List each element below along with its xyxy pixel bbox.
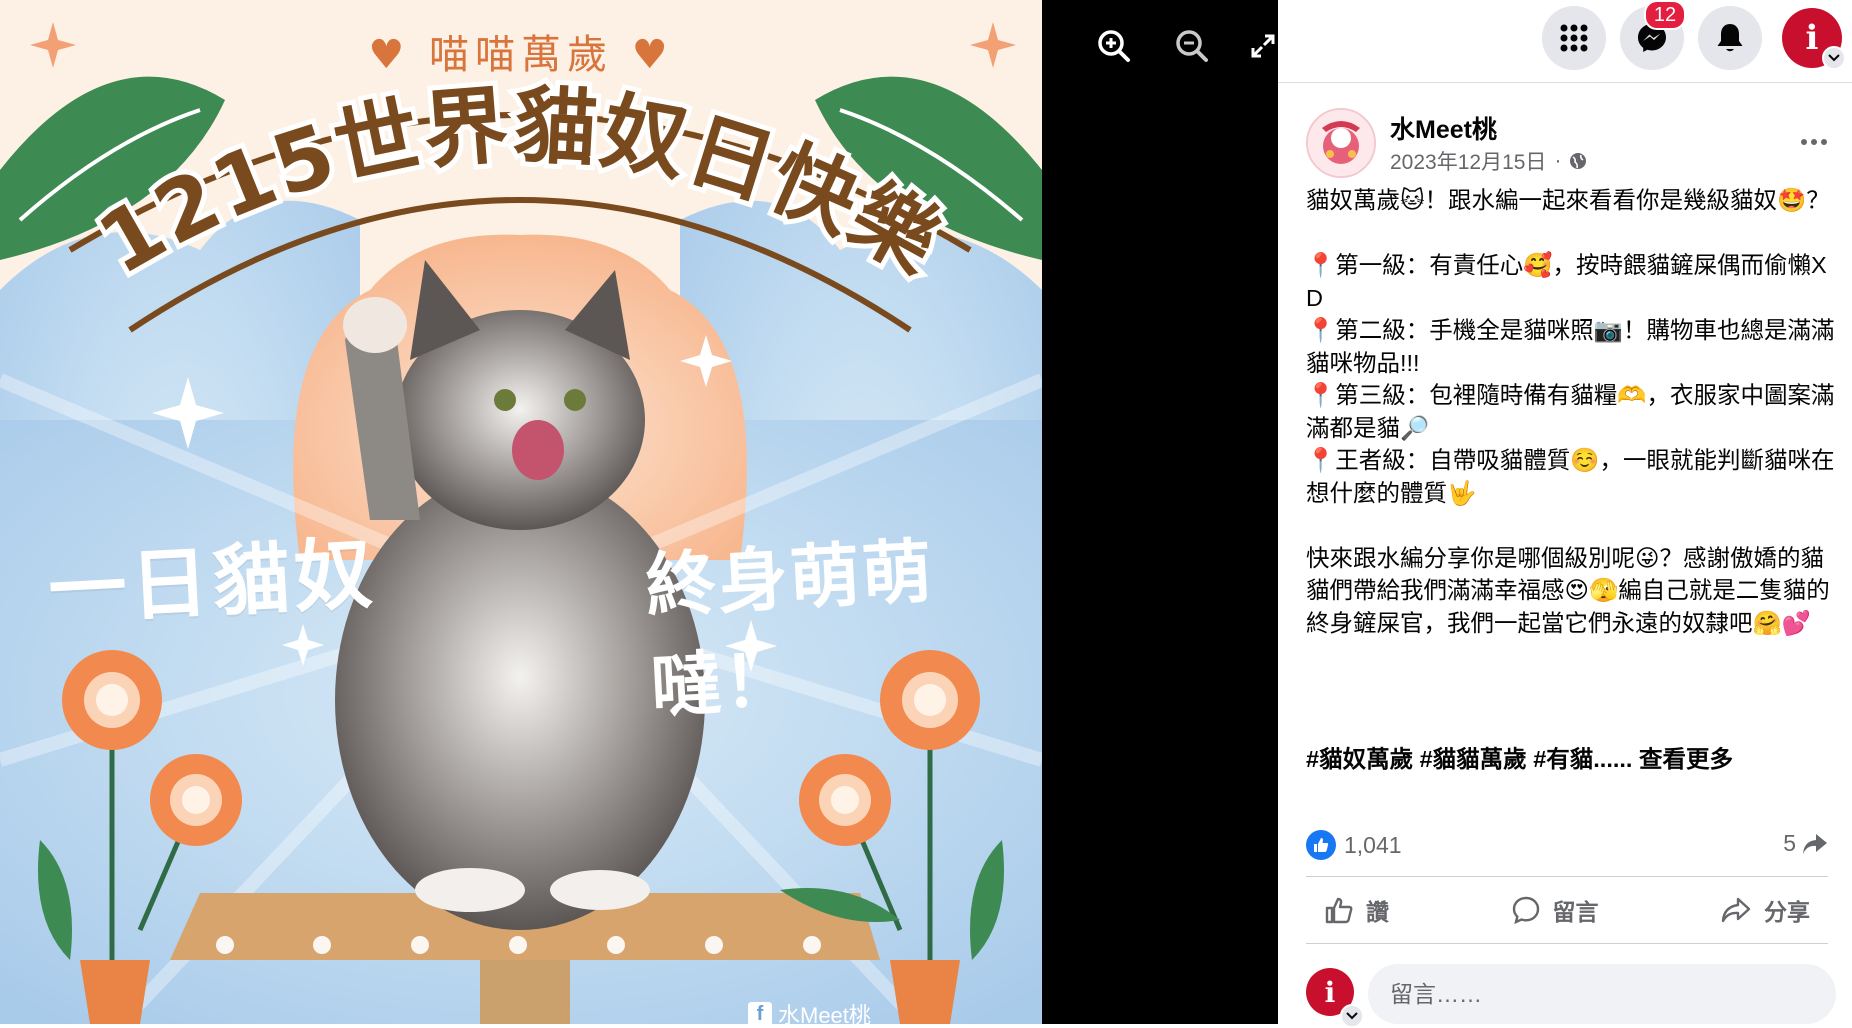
hashtags-text[interactable]: #貓奴萬歲 #貓貓萬歲 #有貓......: [1306, 746, 1632, 772]
share-icon: [1721, 897, 1751, 923]
share-count: 5: [1783, 830, 1796, 856]
post-meta: 2023年12月15日 ·: [1390, 146, 1587, 176]
promo-right-phrase: 終身萌萌噠！: [643, 530, 936, 729]
post-hashtags: #貓奴萬歲 #貓貓萬歲 #有貓...... 查看更多: [1306, 740, 1733, 774]
share-arrow-icon: [1803, 833, 1827, 854]
share-label: 分享: [1764, 899, 1810, 925]
promo-left-phrase: 一日貓奴: [46, 529, 379, 637]
comment-button[interactable]: 留言: [1493, 881, 1617, 939]
post-date[interactable]: 2023年12月15日: [1390, 146, 1546, 176]
zoom-out-icon: [1176, 30, 1208, 62]
zoom-out-button[interactable]: [1170, 24, 1214, 68]
promo-artwork: 1215世界貓奴日快樂: [0, 0, 1042, 1024]
reactions-summary: 1,041 5: [1306, 826, 1828, 870]
apps-grid-icon: [1560, 24, 1588, 52]
notifications-button[interactable]: [1698, 6, 1762, 70]
globe-icon: [1570, 153, 1587, 169]
like-label: 讚: [1366, 899, 1389, 925]
like-count: 1,041: [1344, 831, 1402, 858]
fullscreen-icon: [1251, 34, 1275, 58]
share-button[interactable]: 分享: [1702, 881, 1828, 939]
zoom-in-icon: [1098, 30, 1130, 62]
promo-tagline: ♥ 喵喵萬歲 ♥: [368, 32, 674, 78]
comment-label: 留言: [1552, 899, 1599, 925]
watermark-text: 水Meet桃: [778, 1003, 871, 1024]
chevron-down-icon: [1822, 46, 1846, 70]
bell-icon: [1717, 24, 1743, 52]
menu-button[interactable]: [1542, 6, 1606, 70]
image-viewer-sidebar: [1042, 0, 1278, 1024]
see-more-link[interactable]: 查看更多: [1639, 746, 1733, 772]
page-avatar[interactable]: [1306, 108, 1376, 178]
image-watermark: f 水Meet桃: [748, 998, 871, 1024]
facebook-logo-icon: f: [748, 1002, 772, 1024]
post-actions: 讚 留言 分享: [1306, 876, 1828, 944]
page-name[interactable]: 水Meet桃: [1390, 110, 1497, 146]
comment-bubble-icon: [1512, 896, 1539, 925]
more-options-button[interactable]: [1792, 126, 1836, 158]
like-reaction-icon: [1306, 830, 1336, 860]
more-dot-icon: [1801, 139, 1807, 145]
comment-input[interactable]: [1368, 964, 1836, 1024]
thumbs-up-icon: [1325, 897, 1353, 924]
top-navigation: 12 i: [1278, 0, 1852, 83]
post-image: 1215世界貓奴日快樂 ♥ 喵喵萬歲 ♥ 一日貓奴 終身萌萌噠！ f 水Meet…: [0, 0, 1042, 1024]
zoom-in-button[interactable]: [1092, 24, 1136, 68]
like-button[interactable]: 讚: [1306, 881, 1407, 939]
post-detail-panel: 12 i 水Meet桃 2023年12月15日 · 貓奴萬歲🐱！跟水編一起來看看…: [1278, 0, 1852, 1028]
post-text: 貓奴萬歲🐱！跟水編一起來看看你是幾級貓奴🤩？ 📍第一級：有責任心🥰，按時餵貓鏟屎…: [1306, 187, 1835, 636]
post-header: 水Meet桃 2023年12月15日 ·: [1306, 108, 1827, 178]
comment-composer: i: [1306, 962, 1836, 1028]
meta-separator: ·: [1554, 149, 1562, 172]
share-count-button[interactable]: 5: [1783, 830, 1828, 857]
like-count-button[interactable]: 1,041: [1306, 830, 1402, 860]
chevron-down-icon[interactable]: [1340, 1004, 1364, 1028]
fullscreen-button[interactable]: [1248, 24, 1278, 68]
messenger-button[interactable]: 12: [1620, 0, 1686, 70]
messenger-badge: 12: [1644, 0, 1686, 30]
account-button[interactable]: i: [1780, 6, 1846, 70]
